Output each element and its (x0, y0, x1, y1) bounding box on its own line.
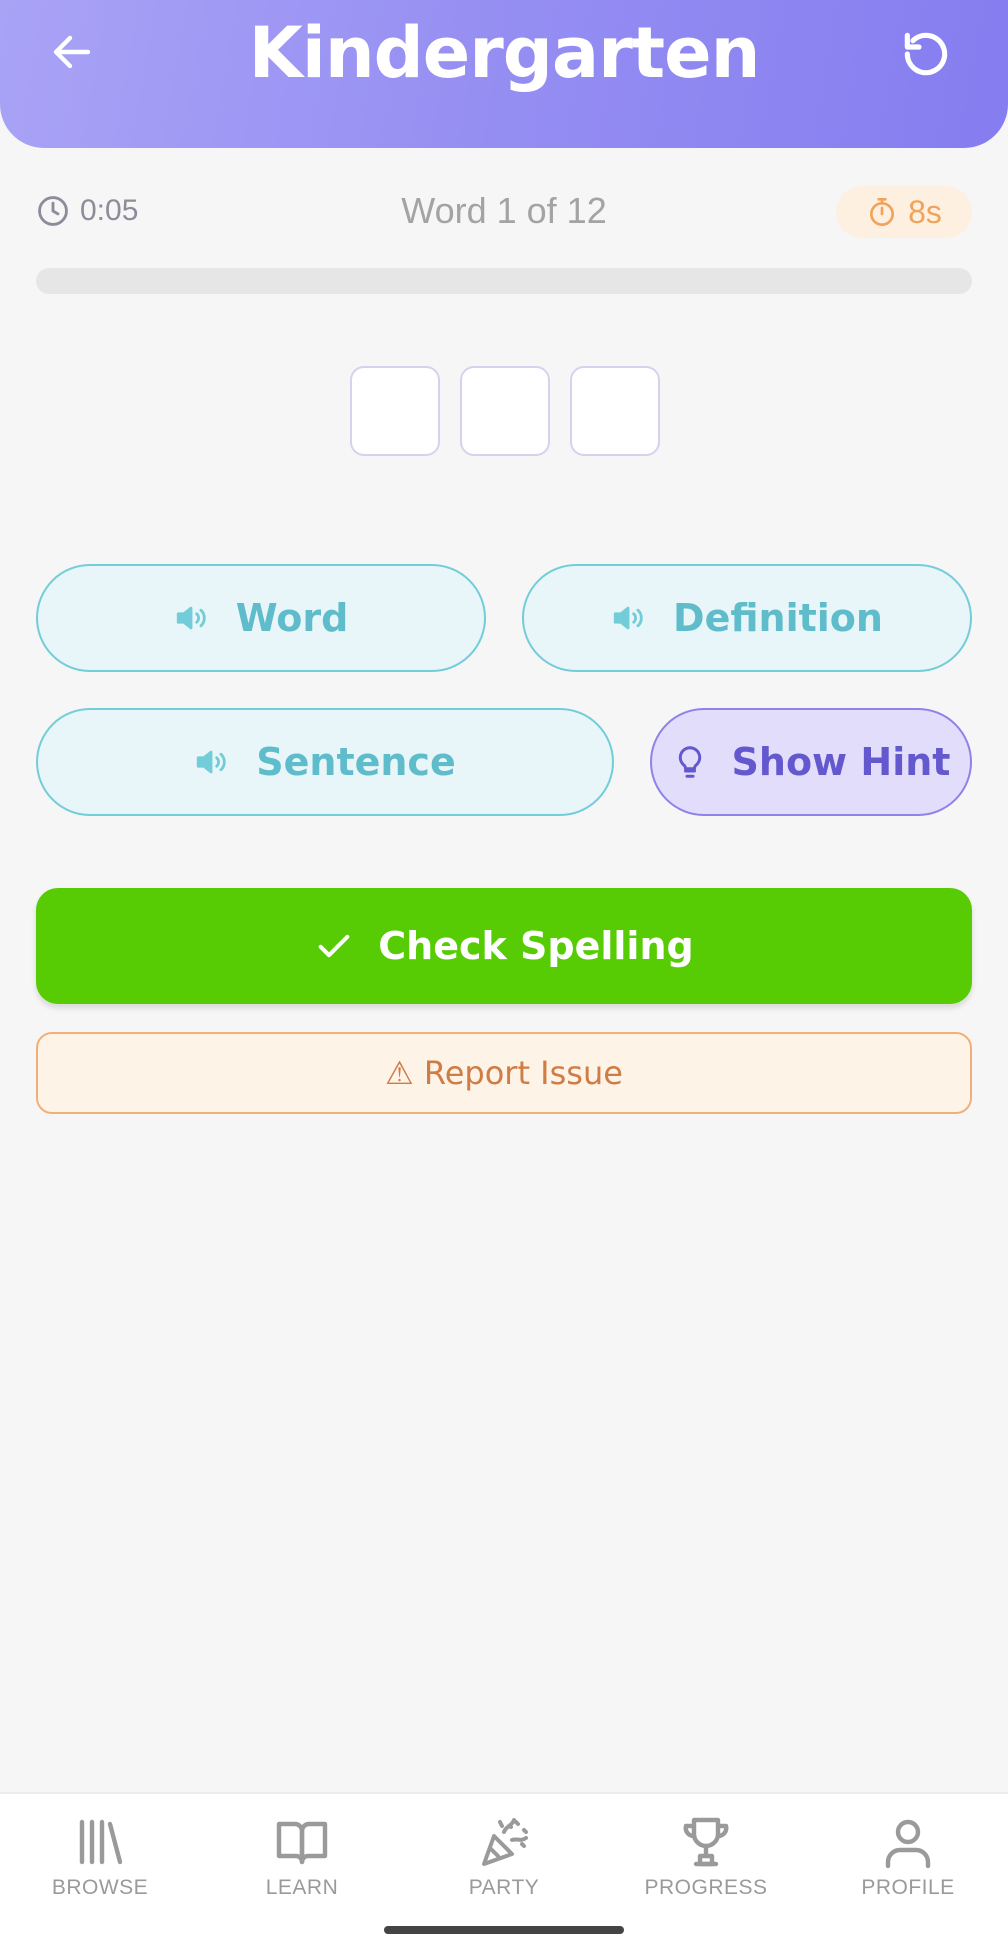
speaker-icon (197, 750, 226, 774)
stopwatch-icon (870, 198, 895, 226)
nav-label-profile: PROFILE (861, 1876, 955, 1899)
nav-label-learn: LEARN (265, 1876, 339, 1899)
nav-item-learn[interactable]: LEARN (212, 1814, 392, 1900)
nav-item-profile[interactable]: PROFILE (818, 1814, 998, 1900)
party-popper-icon (482, 1818, 528, 1866)
letter-box[interactable] (350, 366, 440, 456)
restart-icon[interactable] (898, 26, 954, 82)
nav-item-browse[interactable]: BROWSE (10, 1814, 190, 1900)
speaker-icon (613, 606, 643, 630)
show-hint-button[interactable]: Show Hint (650, 708, 972, 816)
check-spelling-label: Check Spelling (378, 924, 694, 968)
book-icon (276, 1821, 328, 1865)
word-counter: Word 1 of 12 (401, 190, 607, 231)
home-indicator (384, 1926, 624, 1934)
check-spelling-button[interactable]: Check Spelling (36, 888, 972, 1004)
report-issue-button[interactable]: ⚠ Report Issue (36, 1032, 972, 1114)
countdown-badge: 8s (836, 186, 972, 238)
nav-label-party: PARTY (468, 1876, 540, 1899)
library-icon (79, 1819, 123, 1865)
play-word-button[interactable]: Word (36, 564, 486, 672)
play-definition-label: Definition (673, 596, 883, 640)
letter-box[interactable] (570, 366, 660, 456)
letter-box[interactable] (460, 366, 550, 456)
lightbulb-icon (678, 746, 701, 778)
nav-label-progress: PROGRESS (644, 1876, 768, 1899)
checkmark-icon (318, 934, 350, 958)
app-header: Kindergarten (0, 0, 1008, 148)
nav-item-progress[interactable]: PROGRESS (616, 1814, 796, 1900)
user-icon (885, 1819, 931, 1869)
report-issue-label: ⚠ Report Issue (385, 1054, 623, 1092)
countdown-text: 8s (908, 193, 942, 230)
play-word-label: Word (235, 596, 349, 640)
play-sentence-label: Sentence (256, 740, 456, 784)
progress-bar (36, 268, 972, 294)
quiz-status-bar: 0:05 Word 1 of 12 8s (36, 186, 972, 238)
nav-item-party[interactable]: PARTY (414, 1814, 594, 1900)
play-sentence-button[interactable]: Sentence (36, 708, 614, 816)
nav-label-browse: BROWSE (51, 1876, 149, 1899)
page-title: Kindergarten (248, 12, 761, 94)
show-hint-label: Show Hint (731, 740, 951, 784)
speaker-icon (176, 606, 206, 630)
trophy-icon (683, 1817, 729, 1867)
letter-boxes (350, 366, 660, 456)
play-definition-button[interactable]: Definition (522, 564, 972, 672)
